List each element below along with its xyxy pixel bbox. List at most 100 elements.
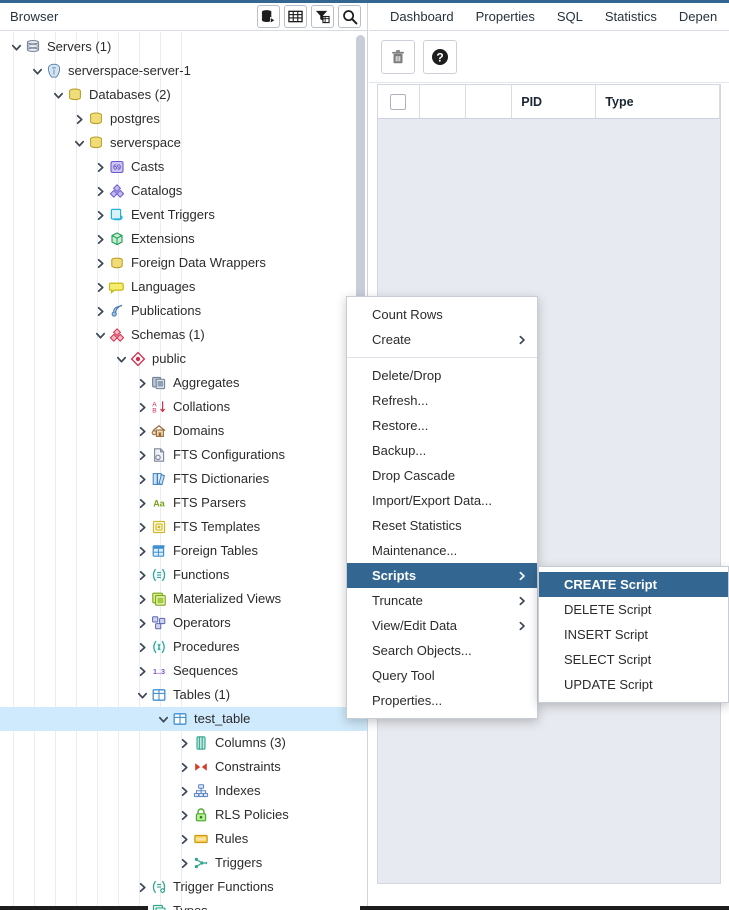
menu-item-view-edit-data[interactable]: View/Edit Data — [347, 613, 537, 638]
submenu-item-insert-script[interactable]: INSERT Script — [539, 622, 728, 647]
menu-item-restore[interactable]: Restore... — [347, 413, 537, 438]
tree-item-publications[interactable]: Publications — [0, 299, 367, 323]
tree-item-constraints[interactable]: Constraints — [0, 755, 367, 779]
chevron-right-icon[interactable] — [134, 467, 150, 491]
menu-item-delete-drop[interactable]: Delete/Drop — [347, 363, 537, 388]
tree-item-extensions[interactable]: Extensions — [0, 227, 367, 251]
chevron-right-icon[interactable] — [176, 851, 192, 875]
grid-icon[interactable] — [284, 5, 307, 28]
menu-item-count-rows[interactable]: Count Rows — [347, 302, 537, 327]
tree-item-indexes[interactable]: Indexes — [0, 779, 367, 803]
chevron-down-icon[interactable] — [29, 59, 45, 83]
tab-statistics[interactable]: Statistics — [594, 3, 668, 30]
menu-item-query-tool[interactable]: Query Tool — [347, 663, 537, 688]
tree-item-fts-dictionaries[interactable]: FTS Dictionaries — [0, 467, 367, 491]
tree-item-test-table[interactable]: test_table — [0, 707, 367, 731]
tab-sql[interactable]: SQL — [546, 3, 594, 30]
menu-item-properties[interactable]: Properties... — [347, 688, 537, 713]
submenu-item-select-script[interactable]: SELECT Script — [539, 647, 728, 672]
tree-item-rls-policies[interactable]: RLS Policies — [0, 803, 367, 827]
chevron-right-icon[interactable] — [176, 827, 192, 851]
tree-item-tables-1[interactable]: Tables (1) — [0, 683, 367, 707]
submenu-item-create-script[interactable]: CREATE Script — [539, 572, 728, 597]
menu-item-drop-cascade[interactable]: Drop Cascade — [347, 463, 537, 488]
tree-item-servers-1[interactable]: Servers (1) — [0, 35, 367, 59]
tree-item-casts[interactable]: 69 Casts — [0, 155, 367, 179]
tree-item-event-triggers[interactable]: Event Triggers — [0, 203, 367, 227]
tree-item-serverspace-server-1[interactable]: serverspace-server-1 — [0, 59, 367, 83]
tree-item-public[interactable]: public — [0, 347, 367, 371]
chevron-right-icon[interactable] — [92, 203, 108, 227]
chevron-right-icon[interactable] — [134, 875, 150, 899]
tree-item-trigger-functions[interactable]: Trigger Functions — [0, 875, 367, 899]
select-all-header[interactable] — [378, 85, 420, 118]
chevron-down-icon[interactable] — [8, 35, 24, 59]
chevron-right-icon[interactable] — [134, 395, 150, 419]
chevron-down-icon[interactable] — [113, 347, 129, 371]
tree-item-columns-3[interactable]: Columns (3) — [0, 731, 367, 755]
chevron-right-icon[interactable] — [92, 155, 108, 179]
chevron-right-icon[interactable] — [134, 371, 150, 395]
chevron-right-icon[interactable] — [71, 107, 87, 131]
chevron-down-icon[interactable] — [50, 83, 66, 107]
tree-item-sequences[interactable]: 1..3 Sequences — [0, 659, 367, 683]
chevron-right-icon[interactable] — [92, 227, 108, 251]
tree-item-functions[interactable]: Functions — [0, 563, 367, 587]
trash-icon[interactable] — [381, 39, 415, 74]
chevron-down-icon[interactable] — [155, 707, 171, 731]
tree-item-operators[interactable]: Operators — [0, 611, 367, 635]
submenu-item-delete-script[interactable]: DELETE Script — [539, 597, 728, 622]
chevron-right-icon[interactable] — [134, 563, 150, 587]
chevron-right-icon[interactable] — [134, 611, 150, 635]
tab-properties[interactable]: Properties — [465, 3, 546, 30]
tree-item-fts-parsers[interactable]: Aa FTS Parsers — [0, 491, 367, 515]
menu-item-refresh[interactable]: Refresh... — [347, 388, 537, 413]
tree-item-collations[interactable]: A B Collations — [0, 395, 367, 419]
menu-item-backup[interactable]: Backup... — [347, 438, 537, 463]
tree-item-postgres[interactable]: postgres — [0, 107, 367, 131]
chevron-down-icon[interactable] — [71, 131, 87, 155]
chevron-right-icon[interactable] — [176, 803, 192, 827]
menu-item-truncate[interactable]: Truncate — [347, 588, 537, 613]
tree-item-foreign-data-wrappers[interactable]: Foreign Data Wrappers — [0, 251, 367, 275]
tree-item-domains[interactable]: Domains — [0, 419, 367, 443]
tree-item-foreign-tables[interactable]: Foreign Tables — [0, 539, 367, 563]
chevron-right-icon[interactable] — [134, 539, 150, 563]
menu-item-search-objects[interactable]: Search Objects... — [347, 638, 537, 663]
tree-item-schemas-1[interactable]: Schemas (1) — [0, 323, 367, 347]
chevron-right-icon[interactable] — [134, 443, 150, 467]
tree-item-serverspace[interactable]: serverspace — [0, 131, 367, 155]
tab-depen[interactable]: Depen — [668, 3, 728, 30]
chevron-down-icon[interactable] — [92, 323, 108, 347]
tree-item-procedures[interactable]: Procedures — [0, 635, 367, 659]
tree-item-catalogs[interactable]: Catalogs — [0, 179, 367, 203]
tree-item-rules[interactable]: Rules — [0, 827, 367, 851]
menu-item-import-export-data[interactable]: Import/Export Data... — [347, 488, 537, 513]
chevron-right-icon[interactable] — [134, 419, 150, 443]
tree-item-languages[interactable]: Languages — [0, 275, 367, 299]
chevron-right-icon[interactable] — [92, 299, 108, 323]
chevron-down-icon[interactable] — [134, 683, 150, 707]
chevron-right-icon[interactable] — [134, 659, 150, 683]
select-all-checkbox[interactable] — [390, 93, 407, 110]
chevron-right-icon[interactable] — [92, 251, 108, 275]
tree-item-materialized-views[interactable]: Materialized Views — [0, 587, 367, 611]
tree-scroll-area[interactable]: Servers (1) serverspace-server-1 Databases… — [0, 32, 367, 910]
tree-item-fts-configurations[interactable]: FTS Configurations — [0, 443, 367, 467]
chevron-right-icon[interactable] — [92, 275, 108, 299]
menu-item-maintenance[interactable]: Maintenance... — [347, 538, 537, 563]
chevron-right-icon[interactable] — [92, 179, 108, 203]
chevron-right-icon[interactable] — [134, 515, 150, 539]
chevron-right-icon[interactable] — [176, 731, 192, 755]
chevron-right-icon[interactable] — [176, 779, 192, 803]
submenu-item-update-script[interactable]: UPDATE Script — [539, 672, 728, 697]
tree-item-fts-templates[interactable]: FTS Templates — [0, 515, 367, 539]
chevron-right-icon[interactable] — [134, 491, 150, 515]
menu-item-create[interactable]: Create — [347, 327, 537, 352]
chevron-right-icon[interactable] — [176, 755, 192, 779]
tree-item-databases-2[interactable]: Databases (2) — [0, 83, 367, 107]
search-icon[interactable] — [338, 5, 361, 28]
help-icon[interactable]: ? — [423, 39, 457, 74]
chevron-right-icon[interactable] — [134, 587, 150, 611]
chevron-right-icon[interactable] — [134, 635, 150, 659]
